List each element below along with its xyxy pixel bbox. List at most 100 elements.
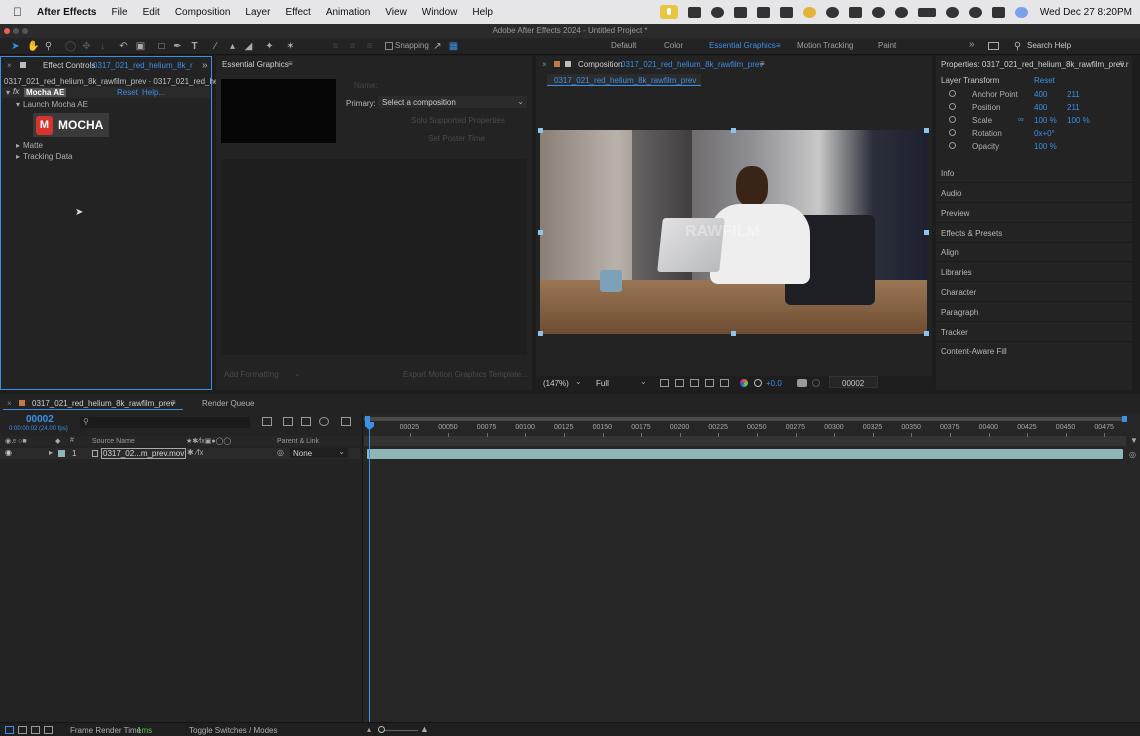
draft-3d-icon[interactable] <box>283 417 293 426</box>
panel-audio[interactable]: Audio <box>941 189 961 198</box>
search-icon[interactable] <box>968 6 982 18</box>
stopwatch-icon[interactable] <box>949 103 956 110</box>
puppet-tool-icon[interactable]: ✶ <box>285 41 296 52</box>
close-window-button[interactable] <box>4 28 10 34</box>
workspace-motion-tracking[interactable]: Motion Tracking <box>797 41 853 50</box>
eraser-tool-icon[interactable]: ◢ <box>243 41 254 52</box>
pick-whip-icon[interactable]: ◎ <box>277 448 284 457</box>
scale-x[interactable]: 100 % <box>1034 116 1057 125</box>
lock-comp-icon[interactable] <box>565 61 571 67</box>
panel-toggle-icon[interactable] <box>988 42 999 50</box>
stopwatch-icon[interactable] <box>949 90 956 97</box>
menu-composition[interactable]: Composition <box>175 7 231 18</box>
battery-icon[interactable] <box>917 7 936 17</box>
minimize-window-button[interactable] <box>13 28 19 34</box>
essential-graphics-title[interactable]: Essential Graphics <box>222 60 289 69</box>
orbit-tool-icon[interactable]: ◯ <box>65 41 76 52</box>
apple-icon[interactable]:  <box>13 5 22 19</box>
channels-icon[interactable] <box>740 379 748 387</box>
camera-icon[interactable] <box>756 6 770 18</box>
matte-expand-icon[interactable]: ▸ <box>16 141 20 150</box>
panel-character[interactable]: Character <box>941 288 976 297</box>
position-x[interactable]: 400 <box>1034 103 1047 112</box>
type-tool-icon[interactable]: T <box>189 41 200 52</box>
tracking-data-group[interactable]: Tracking Data <box>23 152 73 161</box>
siri-icon[interactable] <box>1014 6 1028 18</box>
zoom-select[interactable]: (147%) <box>543 379 569 388</box>
panel-tracker[interactable]: Tracker <box>941 328 968 337</box>
zoom-in-icon[interactable]: ▲ <box>420 724 429 734</box>
menu-window[interactable]: Window <box>422 7 458 18</box>
timeline-search-input[interactable]: ⚲ <box>80 417 250 428</box>
workspace-paint[interactable]: Paint <box>878 41 896 50</box>
rotation-value[interactable]: 0x+0° <box>1034 129 1055 138</box>
creative-cloud-icon[interactable] <box>710 6 724 18</box>
app-name-menu[interactable]: After Effects <box>37 7 96 18</box>
anchor-point-x[interactable]: 400 <box>1034 90 1047 99</box>
launch-mocha-button[interactable]: M MOCHA <box>33 113 109 137</box>
more-workspaces-icon[interactable]: » <box>969 39 975 50</box>
snap-grid-icon[interactable]: ▦ <box>448 41 459 52</box>
effect-help-link[interactable]: Help... <box>142 88 165 97</box>
stopwatch-icon[interactable] <box>949 129 956 136</box>
zoom-window-button[interactable] <box>22 28 28 34</box>
panel-overflow-icon[interactable]: » <box>202 60 208 71</box>
exposure-reset-icon[interactable] <box>754 379 762 387</box>
panel-align[interactable]: Align <box>941 248 959 257</box>
rotate-tool-icon[interactable]: ↶ <box>118 41 129 52</box>
layer-clip-bar[interactable] <box>367 449 1123 459</box>
pen-tool-icon[interactable]: ✒ <box>172 41 183 52</box>
comp-mini-flowchart-icon[interactable] <box>262 417 272 426</box>
hand-tool-icon[interactable]: ✋ <box>27 41 39 52</box>
solo-properties-button[interactable]: Solo Supported Properties <box>411 116 505 125</box>
dropbox-icon[interactable] <box>733 6 747 18</box>
panel-paragraph[interactable]: Paragraph <box>941 308 978 317</box>
keyboard-icon[interactable] <box>848 6 862 18</box>
composition-menu-icon[interactable]: ≡ <box>760 59 765 68</box>
layer-label-color[interactable] <box>58 450 65 457</box>
notes-icon[interactable] <box>779 6 793 18</box>
control-center-icon[interactable] <box>991 6 1005 18</box>
scale-y[interactable]: 100 % <box>1067 116 1090 125</box>
close-timeline-icon[interactable]: × <box>7 399 12 408</box>
mask-visibility-icon[interactable] <box>690 379 699 387</box>
workspace-color[interactable]: Color <box>664 41 683 50</box>
transform-reset-link[interactable]: Reset <box>1034 76 1055 85</box>
show-snapshot-icon[interactable] <box>812 379 820 387</box>
transform-handle[interactable] <box>924 331 929 336</box>
tracking-expand-icon[interactable]: ▸ <box>16 152 20 161</box>
menu-file[interactable]: File <box>111 7 127 18</box>
close-comp-icon[interactable]: × <box>542 60 547 69</box>
stopwatch-icon[interactable] <box>949 116 956 123</box>
transform-handle[interactable] <box>924 230 929 235</box>
pan-behind-tool-icon[interactable]: ▣ <box>135 41 146 52</box>
work-area-bar[interactable] <box>364 436 1126 446</box>
toggle-stretch-icon[interactable] <box>44 726 53 734</box>
properties-menu-icon[interactable]: ≡ <box>1119 59 1124 68</box>
workspace-default[interactable]: Default <box>611 41 636 50</box>
opacity-value[interactable]: 100 % <box>1034 142 1057 151</box>
graph-editor-icon[interactable] <box>341 417 351 426</box>
add-formatting-button[interactable]: Add Formatting <box>224 370 279 379</box>
parent-link-header[interactable]: Parent & Link <box>277 438 319 445</box>
expand-triangle-icon[interactable]: ▾ <box>6 88 10 97</box>
brush-tool-icon[interactable]: ∕ <box>210 41 221 52</box>
moon-icon[interactable] <box>871 6 885 18</box>
primary-composition-select[interactable]: Select a composition ⌄ <box>378 96 527 108</box>
zoom-tool-icon[interactable]: ⚲ <box>43 41 54 52</box>
essential-graphics-menu-icon[interactable]: ≡ <box>288 59 293 68</box>
timeline-zoom-thumb[interactable] <box>378 726 385 733</box>
layer-expand-icon[interactable]: ▸ <box>49 448 53 457</box>
composition-tab-name[interactable]: 0317_021_red_helium_8k_rawfilm_prev <box>621 60 763 69</box>
shy-layers-icon[interactable] <box>301 417 311 426</box>
source-name-header[interactable]: Source Name <box>92 438 135 445</box>
exposure-value[interactable]: +0.0 <box>766 379 782 388</box>
timeline-graph-area[interactable] <box>362 414 1140 722</box>
status-icon[interactable] <box>802 6 816 18</box>
transform-handle[interactable] <box>538 128 543 133</box>
resolution-select[interactable]: Full <box>596 379 609 388</box>
workspace-menu-icon[interactable]: ≡ <box>776 41 781 50</box>
layer-switches-icons[interactable]: ✱ ∕fx <box>187 448 203 457</box>
menu-help[interactable]: Help <box>472 7 493 18</box>
properties-drop-area[interactable] <box>221 159 527 355</box>
